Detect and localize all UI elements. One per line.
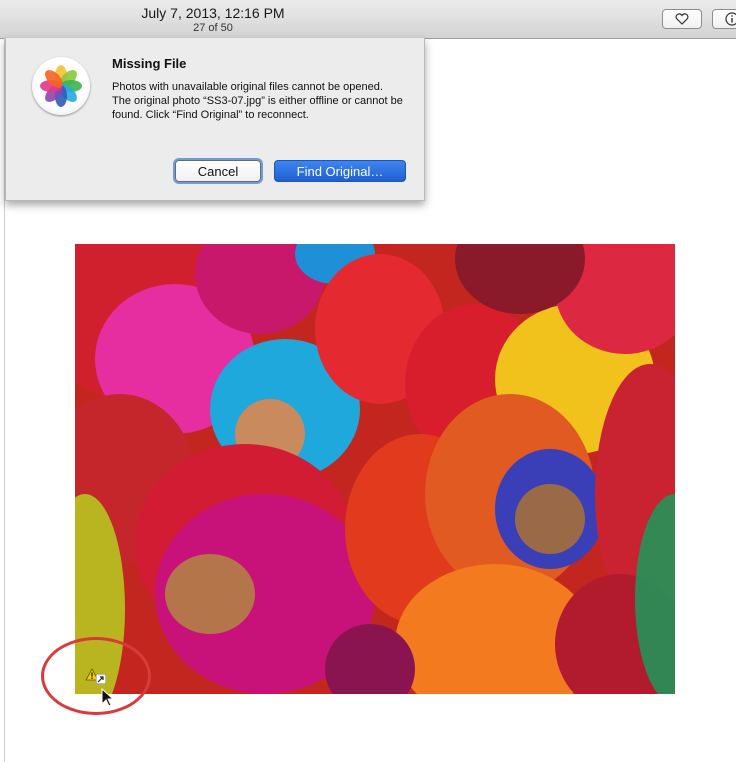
heart-icon (675, 13, 689, 25)
dialog-message-line1: Photos with unavailable original files c… (112, 81, 383, 93)
photo-counter: 27 of 50 (193, 22, 233, 34)
dialog-title: Missing File (112, 56, 187, 71)
toolbar: July 7, 2013, 12:16 PM 27 of 50 (0, 0, 736, 39)
dialog-message: Photos with unavailable original files c… (112, 80, 412, 122)
photos-app-icon (32, 57, 90, 115)
photo-image (75, 244, 675, 694)
info-icon (725, 12, 736, 26)
find-original-button[interactable]: Find Original… (274, 160, 406, 182)
missing-file-dialog: Missing File Photos with unavailable ori… (5, 38, 425, 201)
highlight-circle (41, 637, 151, 715)
photo-date: July 7, 2013, 12:16 PM (141, 5, 285, 21)
cancel-button[interactable]: Cancel (175, 160, 261, 182)
info-button[interactable] (712, 9, 736, 29)
dialog-message-line2: The original photo “SS3-07.jpg” is eithe… (112, 95, 403, 121)
favorite-button[interactable] (662, 9, 702, 29)
